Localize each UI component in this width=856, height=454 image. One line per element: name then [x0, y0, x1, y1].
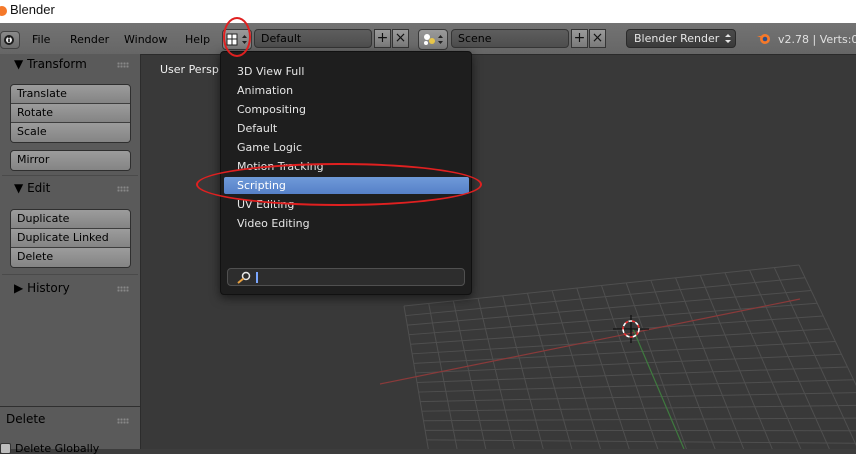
- blender-logo-icon: [756, 32, 772, 46]
- grid-line: [419, 380, 854, 392]
- layout-option-video-editing[interactable]: Video Editing: [237, 217, 310, 230]
- region-divider: [0, 406, 140, 407]
- rotate-button[interactable]: Rotate: [11, 104, 130, 123]
- menu-window[interactable]: Window: [124, 33, 167, 46]
- layout-option-animation[interactable]: Animation: [237, 84, 293, 97]
- window-title: Blender: [10, 2, 55, 17]
- grid-line: [527, 293, 575, 449]
- panel-divider: [2, 175, 138, 176]
- menu-help[interactable]: Help: [185, 33, 210, 46]
- screen-layout-dropdown: 3D View Full Animation Compositing Defau…: [220, 51, 472, 295]
- grid-line: [453, 301, 488, 449]
- grid-line: [602, 286, 664, 450]
- add-layout-button[interactable]: +: [374, 29, 391, 48]
- grid-line: [422, 405, 856, 411]
- grid-line: [676, 278, 751, 449]
- transform-panel-header[interactable]: ▼ Transform: [14, 57, 87, 71]
- edit-buttons: Duplicate Duplicate Linked Delete: [10, 209, 131, 268]
- mirror-group: Mirror: [10, 150, 131, 171]
- grid-line: [552, 291, 605, 449]
- delete-panel-title: Delete: [6, 412, 45, 426]
- screen-layout-icon: [223, 30, 251, 49]
- menu-file[interactable]: File: [32, 33, 50, 46]
- history-panel-header[interactable]: ▶ History: [14, 281, 70, 295]
- grid-line: [404, 306, 430, 449]
- grid-line: [420, 393, 856, 402]
- layout-option-default[interactable]: Default: [237, 122, 277, 135]
- edit-panel-header[interactable]: ▼ Edit: [14, 181, 50, 195]
- expanded-triangle-icon: ▼: [14, 57, 23, 71]
- add-scene-button[interactable]: +: [571, 29, 588, 48]
- render-engine-select[interactable]: Blender Render: [626, 29, 736, 48]
- scale-button[interactable]: Scale: [11, 123, 130, 142]
- expanded-triangle-icon: ▼: [14, 181, 23, 195]
- collapsed-triangle-icon: ▶: [14, 281, 23, 295]
- 3d-cursor-icon: [613, 315, 649, 343]
- status-text: v2.78 | Verts:0: [778, 33, 856, 46]
- scene-icon: [419, 30, 447, 49]
- remove-layout-button[interactable]: ×: [392, 29, 409, 48]
- search-icon: [236, 271, 252, 284]
- blender-logo-icon: [0, 3, 8, 17]
- layout-option-game-logic[interactable]: Game Logic: [237, 141, 302, 154]
- panel-divider: [2, 274, 138, 275]
- tool-shelf: ▼ Transform Translate Rotate Scale Mirro…: [0, 54, 141, 449]
- text-cursor: [256, 272, 258, 283]
- layout-option-uv-editing[interactable]: UV Editing: [237, 198, 294, 211]
- menu-render[interactable]: Render: [70, 33, 109, 46]
- window-titlebar: Blender: [0, 0, 856, 23]
- grid-line: [700, 275, 779, 449]
- transform-panel-title: Transform: [27, 57, 87, 71]
- layout-option-motion-tracking[interactable]: Motion Tracking: [237, 160, 324, 173]
- delete-globally-option[interactable]: Delete Globally: [0, 442, 140, 454]
- delete-globally-label: Delete Globally: [15, 442, 99, 454]
- duplicate-button[interactable]: Duplicate: [11, 210, 130, 229]
- scene-field[interactable]: Scene: [451, 29, 569, 48]
- mirror-button[interactable]: Mirror: [11, 151, 130, 170]
- delete-button[interactable]: Delete: [11, 248, 130, 267]
- editor-type-button[interactable]: [0, 31, 20, 49]
- transform-buttons: Translate Rotate Scale: [10, 84, 131, 143]
- dropdown-search-input[interactable]: [227, 268, 465, 286]
- info-editor-icon: [1, 32, 19, 48]
- translate-button[interactable]: Translate: [11, 85, 130, 104]
- screen-layout-field[interactable]: Default: [254, 29, 372, 48]
- grid-line: [424, 418, 856, 421]
- delete-panel-header[interactable]: Delete: [6, 412, 45, 426]
- grid-line: [478, 298, 517, 449]
- history-panel-title: History: [27, 281, 70, 295]
- grid-line: [651, 280, 721, 449]
- grid-line: [725, 273, 809, 449]
- panel-grip-icon[interactable]: [117, 62, 129, 68]
- panel-grip-icon[interactable]: [117, 286, 129, 292]
- layout-option-compositing[interactable]: Compositing: [237, 103, 306, 116]
- updown-arrows-icon: [724, 33, 732, 44]
- panel-grip-icon[interactable]: [117, 186, 129, 192]
- remove-scene-button[interactable]: ×: [589, 29, 606, 48]
- grid-line: [799, 265, 856, 449]
- layout-option-3d-view-full[interactable]: 3D View Full: [237, 65, 304, 78]
- edit-panel-title: Edit: [27, 181, 50, 195]
- grid-line: [427, 440, 856, 444]
- panel-grip-icon[interactable]: [117, 418, 129, 424]
- grid-line: [429, 303, 459, 449]
- layout-option-scripting[interactable]: Scripting: [237, 179, 286, 192]
- screen-layout-browse-button[interactable]: [222, 29, 252, 50]
- grid-line: [577, 288, 634, 449]
- grid-line: [626, 283, 692, 449]
- scene-browse-button[interactable]: [418, 29, 448, 50]
- render-engine-label: Blender Render: [634, 32, 719, 45]
- duplicate-linked-button[interactable]: Duplicate Linked: [11, 229, 130, 248]
